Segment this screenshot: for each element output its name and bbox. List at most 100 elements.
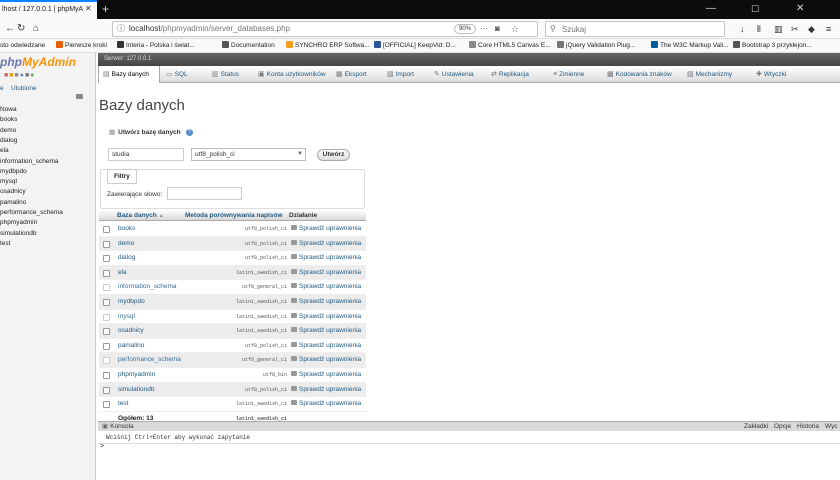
- bookmark-item[interactable]: [OFFICIAL] KeepVid: D...: [374, 39, 456, 53]
- check-privileges-link[interactable]: Sprawdź uprawnienia: [291, 280, 361, 295]
- menu-tab[interactable]: ≡ Zmienne: [553, 66, 584, 83]
- database-link[interactable]: osadnicy: [118, 324, 144, 339]
- tab-close-icon[interactable]: ✕: [85, 1, 92, 17]
- server-breadcrumb[interactable]: Serwer: 127.0.0.1: [104, 53, 151, 66]
- check-privileges-link[interactable]: Sprawdź uprawnienia: [291, 251, 361, 266]
- bookmark-item[interactable]: Documentation: [222, 39, 275, 53]
- sidebar-db-item[interactable]: phpmyadmin: [0, 218, 37, 228]
- extension-icon[interactable]: ◆: [808, 19, 815, 39]
- row-checkbox[interactable]: [103, 226, 110, 233]
- row-checkbox[interactable]: [103, 386, 110, 394]
- menu-tab[interactable]: ▭ SQL: [166, 66, 188, 83]
- window-close-icon[interactable]: ✕: [796, 0, 804, 18]
- console-prompt[interactable]: >: [100, 443, 104, 452]
- filter-input[interactable]: [167, 187, 242, 200]
- menu-tab[interactable]: ▤ Bazy danych: [98, 66, 160, 83]
- sidebar-favorites-tab[interactable]: Ulubione: [11, 84, 37, 93]
- bookmark-item[interactable]: Core HTML5 Canvas E...: [469, 39, 551, 53]
- window-minimize-icon[interactable]: —: [706, 0, 716, 18]
- row-checkbox[interactable]: [103, 255, 110, 263]
- browser-tab[interactable]: lhost / 127.0.0.1 | phpMyA: [0, 0, 97, 19]
- console-title[interactable]: ▣ Konsola: [102, 422, 134, 431]
- check-privileges-link[interactable]: Sprawdź uprawnienia: [291, 222, 361, 237]
- window-maximize-icon[interactable]: ☐: [751, 0, 759, 18]
- console-bar[interactable]: ▣ Konsola Zakładki Opcje Historia Wyc: [98, 421, 840, 431]
- check-privileges-link[interactable]: Sprawdź uprawnienia: [291, 353, 361, 368]
- console-history[interactable]: Historia: [797, 422, 819, 431]
- check-privileges-link[interactable]: Sprawdź uprawnienia: [291, 383, 361, 398]
- database-link[interactable]: test: [118, 397, 128, 412]
- sidebar-db-item[interactable]: information_schema: [0, 157, 59, 167]
- check-privileges-link[interactable]: Sprawdź uprawnienia: [291, 397, 361, 412]
- sidebar-db-item[interactable]: osadnicy: [0, 187, 26, 197]
- row-checkbox[interactable]: [103, 328, 110, 336]
- sidebar-db-item[interactable]: simulationdb: [0, 229, 37, 239]
- header-collation[interactable]: Metoda porównywania napisów: [185, 210, 283, 221]
- console-options[interactable]: Opcje: [774, 422, 791, 431]
- home-icon[interactable]: ⌂: [33, 19, 39, 39]
- console-body[interactable]: Wciśnij Ctrl+Enter aby wykonać zapytanie…: [98, 431, 840, 480]
- sidebar-db-item[interactable]: demo: [0, 126, 16, 136]
- library-icon[interactable]: ⫴: [757, 19, 761, 39]
- database-link[interactable]: ela: [118, 266, 127, 281]
- database-link[interactable]: mydbpdo: [118, 295, 145, 310]
- row-checkbox[interactable]: [103, 372, 110, 379]
- check-privileges-link[interactable]: Sprawdź uprawnienia: [291, 324, 361, 339]
- sidebar-db-item[interactable]: dialog: [0, 136, 17, 146]
- database-link[interactable]: books: [118, 222, 135, 237]
- menu-tab[interactable]: ▣ Konta użytkowników: [258, 66, 326, 83]
- check-privileges-link[interactable]: Sprawdź uprawnienia: [291, 295, 361, 310]
- search-input[interactable]: [562, 23, 720, 35]
- sidebar-db-item[interactable]: pamalino: [0, 198, 26, 208]
- menu-tab[interactable]: ⇄ Replikacja: [491, 66, 529, 83]
- sidebar-db-item[interactable]: Nowa: [0, 105, 17, 115]
- collapse-all-icon[interactable]: [76, 94, 83, 99]
- row-checkbox[interactable]: [103, 299, 110, 306]
- new-tab-icon[interactable]: +: [102, 0, 109, 18]
- menu-tab[interactable]: ▦ Eksport: [336, 66, 367, 83]
- menu-icon[interactable]: ≡: [826, 19, 831, 39]
- search-bar[interactable]: ⚲: [545, 21, 725, 37]
- menu-tab[interactable]: ▧ Import: [387, 66, 414, 83]
- bookmark-item[interactable]: Bootstrap 3 przykłejon...: [733, 39, 812, 53]
- database-link[interactable]: information_schema: [118, 280, 177, 295]
- sidebar-db-item[interactable]: ela: [0, 146, 9, 156]
- screenshot-icon[interactable]: ✂: [791, 19, 799, 39]
- check-privileges-link[interactable]: Sprawdź uprawnienia: [291, 310, 361, 325]
- database-link[interactable]: phpmyadmin: [118, 368, 155, 383]
- row-checkbox[interactable]: [103, 240, 110, 248]
- database-link[interactable]: pamalino: [118, 339, 144, 354]
- menu-tab[interactable]: ▨ Mechanizmy: [687, 66, 732, 83]
- console-bookmarks[interactable]: Zakładki: [744, 422, 768, 431]
- bookmark-item[interactable]: SYNCHRO ERP Softwa...: [286, 39, 370, 53]
- bookmark-item[interactable]: The W3C Markup Vali...: [651, 39, 729, 53]
- bookmark-star-icon[interactable]: ☆: [511, 22, 519, 36]
- sidebar-toggle-icon[interactable]: ▥: [774, 19, 783, 39]
- reload-icon[interactable]: ↻: [17, 19, 25, 39]
- header-database[interactable]: Baza danych ▲: [117, 210, 164, 222]
- sidebar-db-item[interactable]: test: [0, 239, 10, 249]
- sidebar-db-item[interactable]: mydbpdo: [0, 167, 27, 177]
- bookmark-item[interactable]: jQuery Validation Plug...: [557, 39, 635, 53]
- row-checkbox[interactable]: [103, 269, 110, 277]
- create-database-button[interactable]: Utwórz: [317, 149, 350, 161]
- page-actions-icon[interactable]: ⋯: [480, 22, 488, 36]
- bookmark-item[interactable]: Pierwsze kroki: [56, 39, 107, 53]
- site-info-icon[interactable]: ⓘ: [117, 22, 125, 36]
- sidebar-db-item[interactable]: performance_schema: [0, 208, 63, 218]
- menu-tab[interactable]: ✎ Ustawienia: [434, 66, 474, 83]
- sidebar-recent-tab[interactable]: e: [0, 84, 4, 93]
- database-link[interactable]: simulationdb: [118, 383, 155, 398]
- collation-select[interactable]: utf8_polish_ci ▼: [191, 148, 306, 161]
- check-privileges-link[interactable]: Sprawdź uprawnienia: [291, 339, 361, 354]
- database-link[interactable]: demo: [118, 237, 134, 252]
- url-bar[interactable]: ⓘ localhost/phpmyadmin/server_databases.…: [112, 21, 538, 37]
- check-privileges-link[interactable]: Sprawdź uprawnienia: [291, 237, 361, 252]
- console-clear[interactable]: Wyc: [825, 422, 838, 431]
- sidebar-db-item[interactable]: mysql: [0, 177, 17, 187]
- database-link[interactable]: mysql: [118, 310, 135, 325]
- row-checkbox[interactable]: [103, 401, 110, 409]
- database-link[interactable]: dialog: [118, 251, 135, 266]
- database-name-input[interactable]: [108, 148, 184, 161]
- menu-tab[interactable]: ✚ Wtyczki: [756, 66, 786, 83]
